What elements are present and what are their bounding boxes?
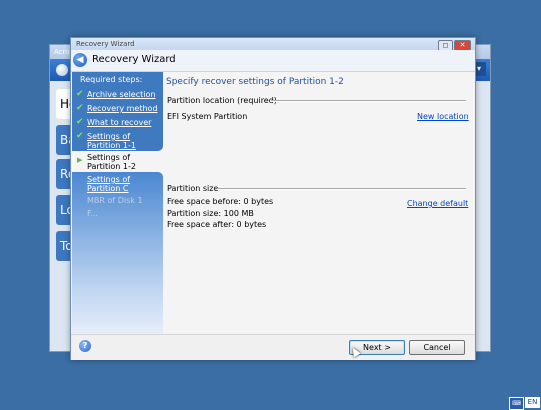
step-finish: F... xyxy=(87,209,163,218)
wizard-footer: ? Next > Cancel xyxy=(71,334,475,360)
step-label: F... xyxy=(87,209,98,218)
partition-size-divider xyxy=(217,188,466,190)
recovery-wizard-dialog: Recovery Wizard ◻ ✕ ◀ Recovery Wizard Re… xyxy=(70,37,476,360)
step-label: MBR of Disk 1 xyxy=(87,196,143,205)
steps-completed-panel: Required steps: ✔ Archive selection ✔ Re… xyxy=(72,72,163,151)
back-arrow-icon[interactable]: ◀ xyxy=(73,53,87,67)
step-label: Recovery method xyxy=(87,104,158,113)
step-label: What to recover xyxy=(87,118,152,127)
change-default-link[interactable]: Change default xyxy=(407,199,468,208)
step-label: Settings of Partition 1-1 xyxy=(87,132,136,150)
step-recovery-method[interactable]: ✔ Recovery method xyxy=(76,104,163,114)
check-icon: ✔ xyxy=(76,117,84,127)
wizard-header: ◀ Recovery Wizard xyxy=(71,50,475,72)
globe-icon xyxy=(56,64,68,76)
keyboard-icon[interactable]: ⌨ xyxy=(509,397,524,410)
partition-size-label: Partition size xyxy=(167,184,219,193)
help-icon[interactable]: ? xyxy=(79,340,91,352)
free-space-after: Free space after: 0 bytes xyxy=(167,220,267,229)
partition-location-value: EFI System Partition xyxy=(167,112,248,121)
steps-sidebar: Required steps: ✔ Archive selection ✔ Re… xyxy=(72,72,163,334)
partition-size-value: Partition size: 100 MB xyxy=(167,209,254,218)
step-what-to-recover[interactable]: ✔ What to recover xyxy=(76,118,163,128)
new-location-link[interactable]: New location xyxy=(417,112,469,121)
check-icon: ✔ xyxy=(76,103,84,113)
current-step-arrow-icon: ▶ xyxy=(77,156,83,164)
wizard-header-title: Recovery Wizard xyxy=(92,54,176,65)
step-mbr-disk-1: MBR of Disk 1 xyxy=(87,196,163,205)
content-title: Specify recover settings of Partition 1-… xyxy=(166,77,344,87)
check-icon: ✔ xyxy=(76,131,84,141)
window-title: Recovery Wizard xyxy=(76,40,135,48)
partition-location-divider xyxy=(271,100,466,102)
step-label: Archive selection xyxy=(87,90,156,99)
check-icon: ✔ xyxy=(76,89,84,99)
step-settings-partition-c[interactable]: Settings of Partition C xyxy=(87,175,163,193)
step-settings-partition-1-1[interactable]: ✔ Settings of Partition 1-1 xyxy=(76,132,163,151)
partition-location-label: Partition location (required) xyxy=(167,96,277,105)
step-archive-selection[interactable]: ✔ Archive selection xyxy=(76,90,163,100)
free-space-before: Free space before: 0 bytes xyxy=(167,197,274,206)
step-settings-partition-1-2[interactable]: ▶ Settings of Partition 1-2 xyxy=(74,151,163,172)
step-label: Settings of Partition 1-2 xyxy=(87,153,136,171)
wizard-titlebar: Recovery Wizard ◻ ✕ xyxy=(71,38,475,51)
cancel-button[interactable]: Cancel xyxy=(409,340,465,355)
steps-heading: Required steps: xyxy=(80,75,143,84)
language-indicator[interactable]: EN xyxy=(525,397,540,408)
steps-remaining-panel: Settings of Partition C MBR of Disk 1 F.… xyxy=(72,172,163,334)
step-label: Settings of Partition C xyxy=(87,175,131,193)
